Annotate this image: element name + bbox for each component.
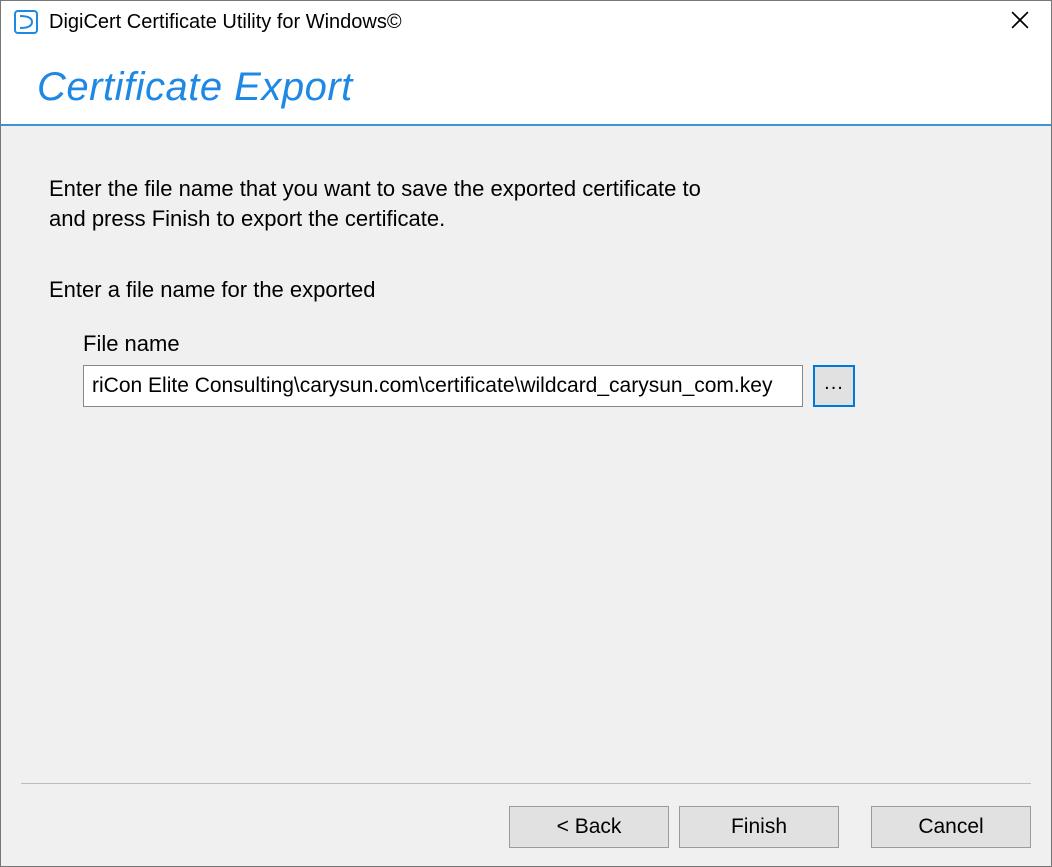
app-title: DigiCert Certificate Utility for Windows… (49, 11, 997, 34)
page-heading: Certificate Export (37, 65, 1015, 110)
finish-button[interactable]: Finish (679, 806, 839, 848)
dialog-window: DigiCert Certificate Utility for Windows… (0, 0, 1052, 867)
cancel-button[interactable]: Cancel (871, 806, 1031, 848)
button-bar: < Back Finish Cancel (21, 783, 1031, 848)
instructions-text: Enter the file name that you want to sav… (49, 174, 1015, 233)
browse-button[interactable]: ... (813, 365, 855, 407)
title-bar: DigiCert Certificate Utility for Windows… (1, 1, 1051, 43)
header-section: Certificate Export (1, 43, 1051, 124)
file-name-label: File name (83, 331, 1015, 357)
file-name-input[interactable] (83, 365, 803, 407)
close-icon (1011, 9, 1029, 35)
close-button[interactable] (997, 2, 1043, 42)
field-prompt: Enter a file name for the exported (49, 277, 1015, 303)
file-name-row: ... (83, 365, 1015, 407)
back-button[interactable]: < Back (509, 806, 669, 848)
digicert-logo-icon (13, 9, 39, 35)
file-name-block: File name ... (83, 331, 1015, 407)
content-area: Enter the file name that you want to sav… (1, 126, 1051, 866)
